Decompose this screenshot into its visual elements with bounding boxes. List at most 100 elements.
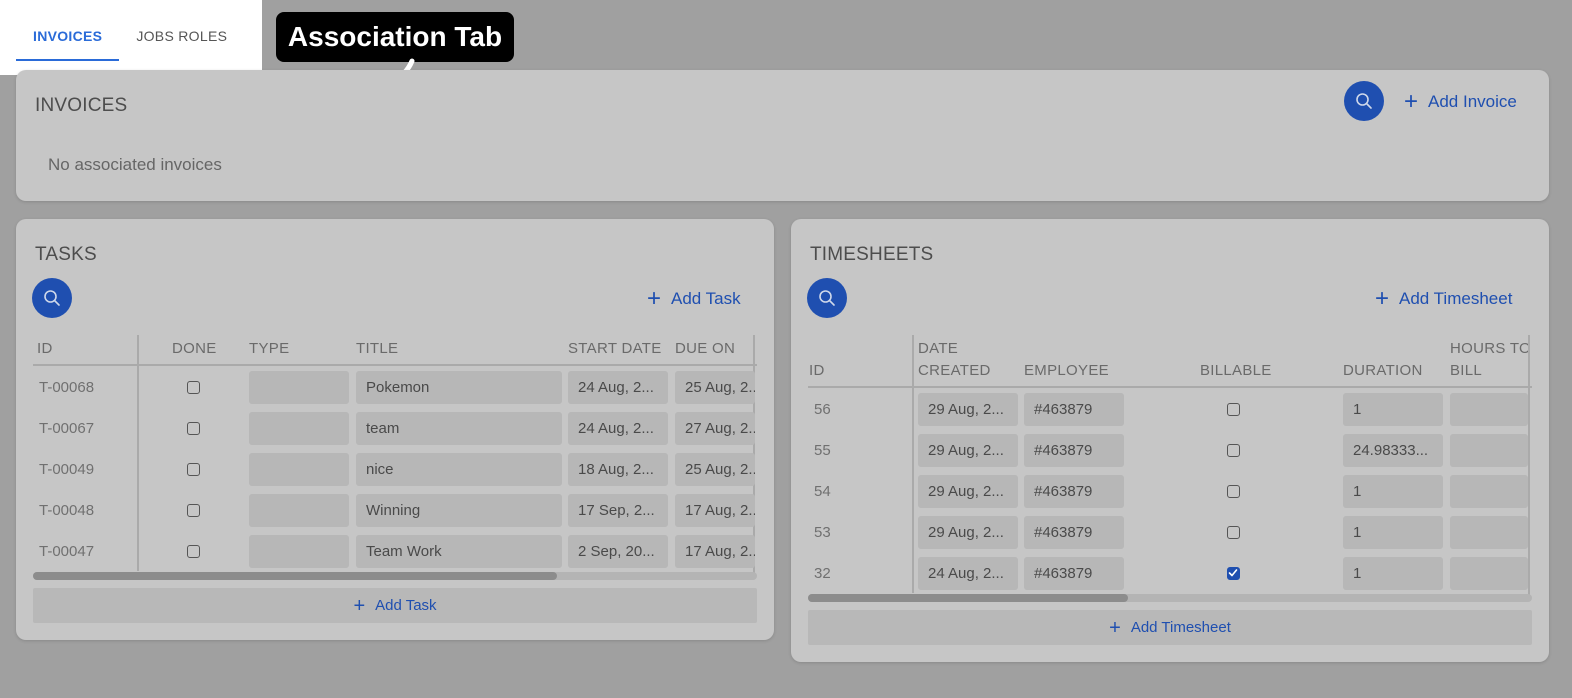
task-done-checkbox[interactable] [187, 463, 200, 476]
task-type-cell[interactable] [249, 494, 349, 527]
task-title-cell[interactable]: Pokemon [356, 371, 562, 404]
task-title-cell[interactable]: Team Work [356, 535, 562, 568]
timesheet-billable-checkbox[interactable] [1227, 403, 1240, 416]
timesheet-duration-cell[interactable]: 1 [1343, 557, 1443, 590]
search-icon [44, 290, 60, 306]
timesheet-hours-to-bill-cell[interactable] [1450, 434, 1528, 467]
task-id: T-00068 [39, 379, 95, 396]
timesheet-date-cell[interactable]: 29 Aug, 2... [918, 393, 1018, 426]
tasks-col-start-date: START DATE [568, 340, 662, 357]
timesheet-employee-cell[interactable]: #463879 [1024, 475, 1124, 508]
timesheets-scroll-thumb[interactable] [808, 594, 1128, 602]
timesheets-col-duration: DURATION [1343, 362, 1423, 379]
timesheet-date-cell[interactable]: 29 Aug, 2... [918, 434, 1018, 467]
task-type-cell[interactable] [249, 412, 349, 445]
timesheets-title: TIMESHEETS [810, 244, 934, 265]
timesheet-employee-cell[interactable]: #463879 [1024, 516, 1124, 549]
plus-icon: + [353, 594, 366, 617]
task-type-cell[interactable] [249, 371, 349, 404]
task-start-date-cell[interactable]: 2 Sep, 20... [568, 535, 668, 568]
add-task-button[interactable]: + Add Task [647, 287, 741, 311]
timesheet-date-cell[interactable]: 24 Aug, 2... [918, 557, 1018, 590]
task-start-date-cell[interactable]: 18 Aug, 2... [568, 453, 668, 486]
plus-icon: + [1404, 88, 1419, 115]
tasks-scroll-thumb[interactable] [33, 572, 557, 580]
table-row: T-00047 Team Work 2 Sep, 20... 17 Aug, 2... [16, 535, 758, 568]
search-icon [1356, 93, 1372, 109]
timesheet-billable-checkbox[interactable] [1227, 444, 1240, 457]
invoices-search-button[interactable] [1344, 81, 1384, 121]
task-due-on-cell[interactable]: 27 Aug, 2... [675, 412, 755, 445]
tasks-search-button[interactable] [32, 278, 72, 318]
table-row: T-00048 Winning 17 Sep, 2... 17 Aug, 2... [16, 494, 758, 527]
timesheet-duration-cell[interactable]: 1 [1343, 393, 1443, 426]
tasks-col-title: TITLE [356, 340, 399, 357]
check-icon [1228, 569, 1238, 577]
invoices-panel: INVOICES + Add Invoice No associated inv… [16, 70, 1549, 201]
task-due-on-cell[interactable]: 25 Aug, 2... [675, 371, 755, 404]
search-icon [819, 290, 835, 306]
table-row: T-00049 nice 18 Aug, 2... 25 Aug, 2... [16, 453, 758, 486]
timesheet-employee-cell[interactable]: #463879 [1024, 393, 1124, 426]
timesheet-hours-to-bill-cell[interactable] [1450, 516, 1528, 549]
task-start-date-cell[interactable]: 24 Aug, 2... [568, 371, 668, 404]
task-type-cell[interactable] [249, 453, 349, 486]
timesheet-billable-checkbox[interactable] [1227, 567, 1240, 580]
timesheets-col-id: ID [809, 362, 825, 379]
task-due-on-cell[interactable]: 25 Aug, 2... [675, 453, 755, 486]
add-invoice-button[interactable]: + Add Invoice [1404, 90, 1517, 114]
timesheets-col-employee: EMPLOYEE [1024, 362, 1109, 379]
timesheet-hours-to-bill-cell[interactable] [1450, 393, 1528, 426]
tasks-footer-add-button[interactable]: + Add Task [33, 588, 757, 623]
tasks-col-done: DONE [172, 340, 217, 357]
tab-invoices[interactable]: INVOICES [16, 0, 120, 61]
task-title-cell[interactable]: nice [356, 453, 562, 486]
task-id: T-00049 [39, 461, 95, 478]
timesheet-duration-cell[interactable]: 24.98333... [1343, 434, 1443, 467]
timesheet-employee-cell[interactable]: #463879 [1024, 557, 1124, 590]
timesheet-id: 55 [814, 442, 831, 459]
add-invoice-label: Add Invoice [1428, 92, 1517, 111]
task-done-checkbox[interactable] [187, 381, 200, 394]
timesheets-footer-add-button[interactable]: + Add Timesheet [808, 610, 1532, 645]
timesheet-duration-cell[interactable]: 1 [1343, 516, 1443, 549]
timesheets-col-hours-to-bill: HOURS TO BILL [1450, 340, 1532, 379]
task-type-cell[interactable] [249, 535, 349, 568]
task-done-checkbox[interactable] [187, 504, 200, 517]
timesheet-employee-cell[interactable]: #463879 [1024, 434, 1124, 467]
tasks-title: TASKS [35, 244, 97, 265]
association-tabs: INVOICES JOBS ROLES [0, 0, 262, 75]
timesheet-billable-checkbox[interactable] [1227, 485, 1240, 498]
invoices-empty-message: No associated invoices [48, 155, 222, 174]
timesheets-scrollbar[interactable] [808, 594, 1532, 602]
tasks-col-due-on: DUE ON [675, 340, 736, 357]
task-start-date-cell[interactable]: 17 Sep, 2... [568, 494, 668, 527]
timesheet-id: 54 [814, 483, 831, 500]
timesheets-footer-add-label: Add Timesheet [1130, 619, 1231, 636]
tab-jobs-roles[interactable]: JOBS ROLES [119, 0, 244, 61]
task-due-on-cell[interactable]: 17 Aug, 2... [675, 494, 755, 527]
table-row: 54 29 Aug, 2... #463879 1 [791, 475, 1533, 508]
task-due-on-cell[interactable]: 17 Aug, 2... [675, 535, 755, 568]
timesheet-hours-to-bill-cell[interactable] [1450, 557, 1528, 590]
timesheet-billable-checkbox[interactable] [1227, 526, 1240, 539]
task-title-cell[interactable]: team [356, 412, 562, 445]
task-title-cell[interactable]: Winning [356, 494, 562, 527]
timesheet-date-cell[interactable]: 29 Aug, 2... [918, 516, 1018, 549]
tasks-scrollbar[interactable] [33, 572, 757, 580]
timesheets-search-button[interactable] [807, 278, 847, 318]
timesheets-panel: TIMESHEETS + Add Timesheet ID DATE CREAT… [791, 219, 1549, 662]
timesheet-hours-to-bill-cell[interactable] [1450, 475, 1528, 508]
table-row: 56 29 Aug, 2... #463879 1 [791, 393, 1533, 426]
task-done-checkbox[interactable] [187, 545, 200, 558]
task-start-date-cell[interactable]: 24 Aug, 2... [568, 412, 668, 445]
timesheet-date-cell[interactable]: 29 Aug, 2... [918, 475, 1018, 508]
timesheet-duration-cell[interactable]: 1 [1343, 475, 1443, 508]
task-done-checkbox[interactable] [187, 422, 200, 435]
table-row: 53 29 Aug, 2... #463879 1 [791, 516, 1533, 549]
timesheets-header-divider [808, 386, 1532, 388]
table-row: T-00067 team 24 Aug, 2... 27 Aug, 2... [16, 412, 758, 445]
timesheets-col-date-created: DATE CREATED [918, 340, 991, 379]
table-row: 55 29 Aug, 2... #463879 24.98333... [791, 434, 1533, 467]
add-timesheet-button[interactable]: + Add Timesheet [1375, 287, 1512, 311]
